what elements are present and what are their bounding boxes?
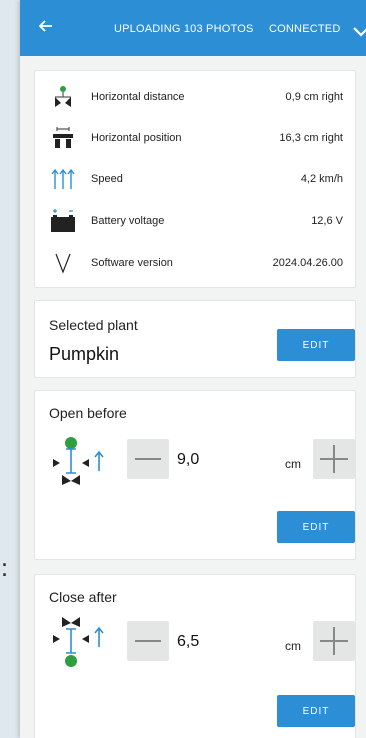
info-label: Horizontal distance bbox=[91, 91, 185, 103]
edit-plant-button[interactable]: EDIT bbox=[277, 329, 355, 361]
close-after-title: Close after bbox=[49, 589, 117, 605]
connection-status: CONNECTED bbox=[269, 23, 341, 35]
info-value: 0,9 cm right bbox=[285, 91, 343, 103]
info-label: Speed bbox=[91, 173, 123, 185]
info-value: 12,6 V bbox=[311, 215, 343, 227]
info-value: 4,2 km/h bbox=[300, 173, 343, 185]
back-arrow-icon[interactable] bbox=[36, 16, 56, 36]
battery-icon bbox=[51, 209, 75, 232]
chevron-down-icon[interactable] bbox=[353, 27, 366, 37]
upload-status: UPLOADING 103 PHOTOS bbox=[114, 23, 254, 35]
plus-icon bbox=[320, 445, 348, 473]
open-before-value: 9,0 bbox=[177, 451, 200, 468]
info-row-horizontal-position: Horizontal position 16,3 cm right bbox=[35, 123, 355, 153]
horizontal-distance-icon bbox=[55, 86, 71, 107]
status-card: Horizontal distance 0,9 cm right Horizon… bbox=[34, 70, 356, 288]
open-before-icon bbox=[53, 437, 104, 485]
selected-plant-value: Pumpkin bbox=[49, 344, 120, 364]
info-row-software: Software version 2024.04.26.00 bbox=[35, 248, 355, 278]
minus-icon bbox=[135, 458, 161, 460]
minus-icon bbox=[135, 640, 161, 642]
info-value: 2024.04.26.00 bbox=[272, 257, 343, 269]
close-after-value: 6,5 bbox=[177, 633, 200, 650]
top-bar: UPLOADING 103 PHOTOS CONNECTED bbox=[20, 0, 366, 56]
edit-open-before-button[interactable]: EDIT bbox=[277, 511, 355, 543]
info-value: 16,3 cm right bbox=[279, 132, 343, 144]
selected-plant-card: Selected plant Pumpkin EDIT bbox=[34, 300, 356, 378]
info-row-horizontal-distance: Horizontal distance 0,9 cm right bbox=[35, 82, 355, 112]
selected-plant-title: Selected plant bbox=[49, 317, 138, 333]
open-before-title: Open before bbox=[49, 405, 127, 421]
phone-screen: UPLOADING 103 PHOTOS CONNECTED Horizonta… bbox=[20, 0, 366, 738]
close-after-card: Close after 6,5 cm EDIT bbox=[34, 574, 356, 738]
close-after-unit: cm bbox=[285, 639, 301, 653]
info-row-battery: Battery voltage 12,6 V bbox=[35, 206, 355, 236]
open-before-card: Open before 9,0 cm EDIT bbox=[34, 390, 356, 560]
close-after-icon bbox=[53, 617, 104, 667]
speed-icon bbox=[51, 168, 75, 189]
edge-indicator: · · bbox=[2, 555, 8, 585]
info-label: Horizontal position bbox=[91, 132, 182, 144]
plus-icon bbox=[320, 627, 348, 655]
info-label: Software version bbox=[91, 257, 173, 269]
close-after-decrement-button[interactable] bbox=[127, 621, 169, 661]
info-label: Battery voltage bbox=[91, 215, 165, 227]
open-before-decrement-button[interactable] bbox=[127, 439, 169, 479]
open-before-unit: cm bbox=[285, 457, 301, 471]
open-before-increment-button[interactable] bbox=[313, 439, 355, 479]
horizontal-position-icon bbox=[53, 127, 73, 148]
software-version-icon bbox=[55, 253, 71, 274]
info-row-speed: Speed 4,2 km/h bbox=[35, 164, 355, 194]
edit-close-after-button[interactable]: EDIT bbox=[277, 695, 355, 727]
close-after-increment-button[interactable] bbox=[313, 621, 355, 661]
